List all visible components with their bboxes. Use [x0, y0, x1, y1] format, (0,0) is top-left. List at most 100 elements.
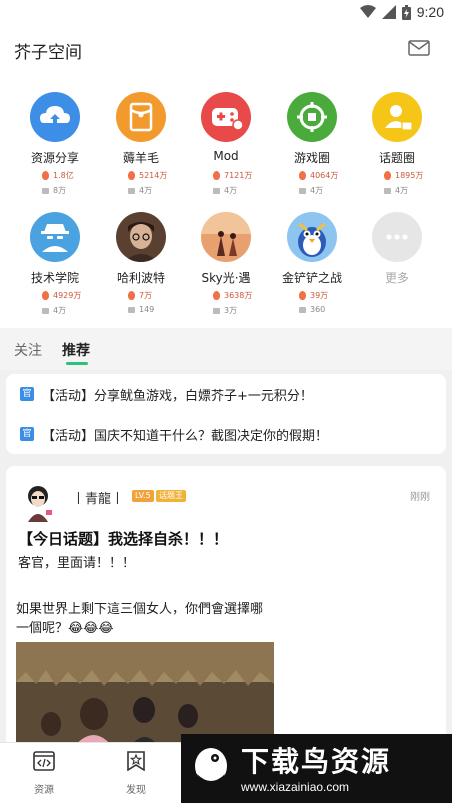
- circle-name: 薅羊毛: [122, 151, 159, 165]
- tab-indicator: [66, 362, 88, 365]
- more-icon: [372, 212, 422, 262]
- code-icon: [33, 751, 55, 771]
- circle-name: Mod: [213, 149, 239, 163]
- member-stat: 149: [128, 305, 154, 314]
- circle-name: 更多: [384, 271, 409, 285]
- circle-name: 哈利波特: [116, 271, 165, 285]
- heat-value: 7万: [139, 291, 153, 300]
- flame-icon: [213, 291, 220, 300]
- member-stat: 360: [299, 305, 325, 314]
- circle-tile[interactable]: 技术学院 4929万 4万: [12, 194, 98, 316]
- circle-name: 技术学院: [30, 271, 79, 285]
- nav-label: 发现: [126, 785, 146, 796]
- watermark-title: 下载鸟资源: [241, 745, 392, 778]
- battery-icon: [401, 4, 411, 20]
- flame-icon: [299, 291, 306, 300]
- post-count-icon: [213, 187, 220, 194]
- circle-tile[interactable]: 哈利波特 7万 149: [98, 194, 184, 314]
- circle-tile[interactable]: 话题圈 1895万 4万: [354, 74, 440, 195]
- flame-icon: [42, 291, 49, 300]
- official-badge: 官: [20, 427, 34, 441]
- flame-icon: [128, 171, 135, 180]
- member-stat: 4万: [42, 305, 66, 316]
- official-badge: 官: [20, 387, 34, 401]
- nav-resources[interactable]: 资源: [14, 751, 74, 796]
- spy-icon: [30, 212, 80, 262]
- heat-value: 4929万: [53, 291, 82, 300]
- heat-stat: 1.8亿: [42, 170, 74, 181]
- circle-name: 游戏圈: [293, 151, 330, 165]
- heat-value: 3638万: [224, 291, 253, 300]
- post-title[interactable]: 【今日话题】我选择自杀！！！: [18, 528, 228, 549]
- flame-icon: [213, 171, 220, 180]
- status-bar: 9:20: [0, 0, 452, 24]
- heat-stat: 5214万: [128, 170, 167, 181]
- heat-stat: 3638万: [213, 290, 252, 301]
- circle-name: 金铲铲之战: [281, 271, 342, 285]
- heat-value: 4064万: [310, 171, 339, 180]
- post-image-caption: 如果世界上剩下這三個女人，你們會選擇哪一個呢？😂😂😂: [16, 602, 264, 636]
- watermark-url: www.xiazainiao.com: [241, 780, 350, 794]
- circle-name: 话题圈: [378, 151, 415, 165]
- circle-name: Sky光·遇: [201, 271, 251, 285]
- flame-icon: [42, 171, 49, 180]
- post-count-icon: [128, 306, 135, 313]
- member-count: 360: [310, 305, 326, 314]
- heat-stat: 7万: [128, 290, 152, 301]
- announcement-item[interactable]: 官 【活动】分享鱿鱼游戏，白嫖芥子+一元积分！: [20, 383, 313, 405]
- post-count-icon: [384, 187, 391, 194]
- post-username[interactable]: 丨青龍丨: [72, 488, 124, 507]
- post-count-icon: [213, 307, 220, 314]
- heat-value: 1.8亿: [53, 171, 74, 180]
- avatar[interactable]: [20, 482, 56, 522]
- flame-icon: [299, 171, 306, 180]
- heat-value: 5214万: [139, 171, 168, 180]
- member-count: 3万: [224, 306, 238, 315]
- app-header: 芥子空间: [0, 24, 452, 74]
- announcement-card: 官 【活动】分享鱿鱼游戏，白嫖芥子+一元积分！ 官 【活动】国庆不知道干什么？截…: [6, 374, 446, 454]
- mail-icon[interactable]: [408, 40, 430, 56]
- heat-stat: 7121万: [213, 170, 252, 181]
- cloud-upload-icon: [30, 92, 80, 142]
- circle-tile[interactable]: 更多: [354, 194, 440, 314]
- post-count-icon: [128, 187, 135, 194]
- game-circle-icon: [287, 92, 337, 142]
- circle-tile[interactable]: 金铲铲之战 39万 360: [269, 194, 355, 314]
- post-count-icon: [299, 187, 306, 194]
- red-envelope-icon: [116, 92, 166, 142]
- sky-icon: [201, 212, 251, 262]
- nav-discover[interactable]: 发现: [106, 751, 166, 796]
- penguin-icon: [287, 212, 337, 262]
- post-image[interactable]: 如果世界上剩下這三個女人，你們會選擇哪一個呢？😂😂😂: [16, 598, 274, 756]
- flame-icon: [128, 291, 135, 300]
- announcement-item[interactable]: 官 【活动】国庆不知道干什么？截图决定你的假期！: [20, 423, 328, 445]
- post-card[interactable]: 丨青龍丨 LV.5 话题王 刚刚 【今日话题】我选择自杀！！！ 客官，里面请！！…: [6, 466, 446, 756]
- heat-stat: 39万: [299, 290, 328, 301]
- star-bookmark-icon: [127, 751, 145, 772]
- level-badge: LV.5: [132, 490, 154, 502]
- heat-stat: 4064万: [299, 170, 338, 181]
- circle-grid: 资源分享 1.8亿 8万 薅羊毛 5214万 4万 Mod 7121万 4万 游戏圈 4064万 4万…: [0, 74, 452, 328]
- heat-stat: 4929万: [42, 290, 81, 301]
- watermark-banner: 下载鸟资源 www.xiazainiao.com: [181, 734, 452, 803]
- post-count-icon: [42, 187, 49, 194]
- circle-name: 资源分享: [30, 151, 79, 165]
- circle-tile[interactable]: Mod 7121万 4万: [183, 74, 269, 195]
- announcement-text: 【活动】分享鱿鱼游戏，白嫖芥子+一元积分！: [42, 388, 313, 404]
- page-title: 芥子空间: [14, 43, 82, 63]
- tab-recommend[interactable]: 推荐: [62, 340, 90, 360]
- heat-value: 1895万: [395, 171, 424, 180]
- announcement-text: 【活动】国庆不知道干什么？截图决定你的假期！: [42, 428, 329, 444]
- harry-potter-icon: [116, 212, 166, 262]
- signal-icon: [381, 5, 396, 19]
- circle-tile[interactable]: Sky光·遇 3638万 3万: [183, 194, 269, 315]
- post-time: 刚刚: [410, 492, 430, 503]
- heat-stat: 1895万: [384, 170, 423, 181]
- circle-tile[interactable]: 薅羊毛 5214万 4万: [98, 74, 184, 195]
- wifi-icon: [359, 5, 376, 18]
- circle-tile[interactable]: 游戏圈 4064万 4万: [269, 74, 355, 195]
- circle-tile[interactable]: 资源分享 1.8亿 8万: [12, 74, 98, 195]
- member-count: 149: [139, 305, 155, 314]
- flame-icon: [384, 171, 391, 180]
- tab-follow[interactable]: 关注: [14, 340, 42, 360]
